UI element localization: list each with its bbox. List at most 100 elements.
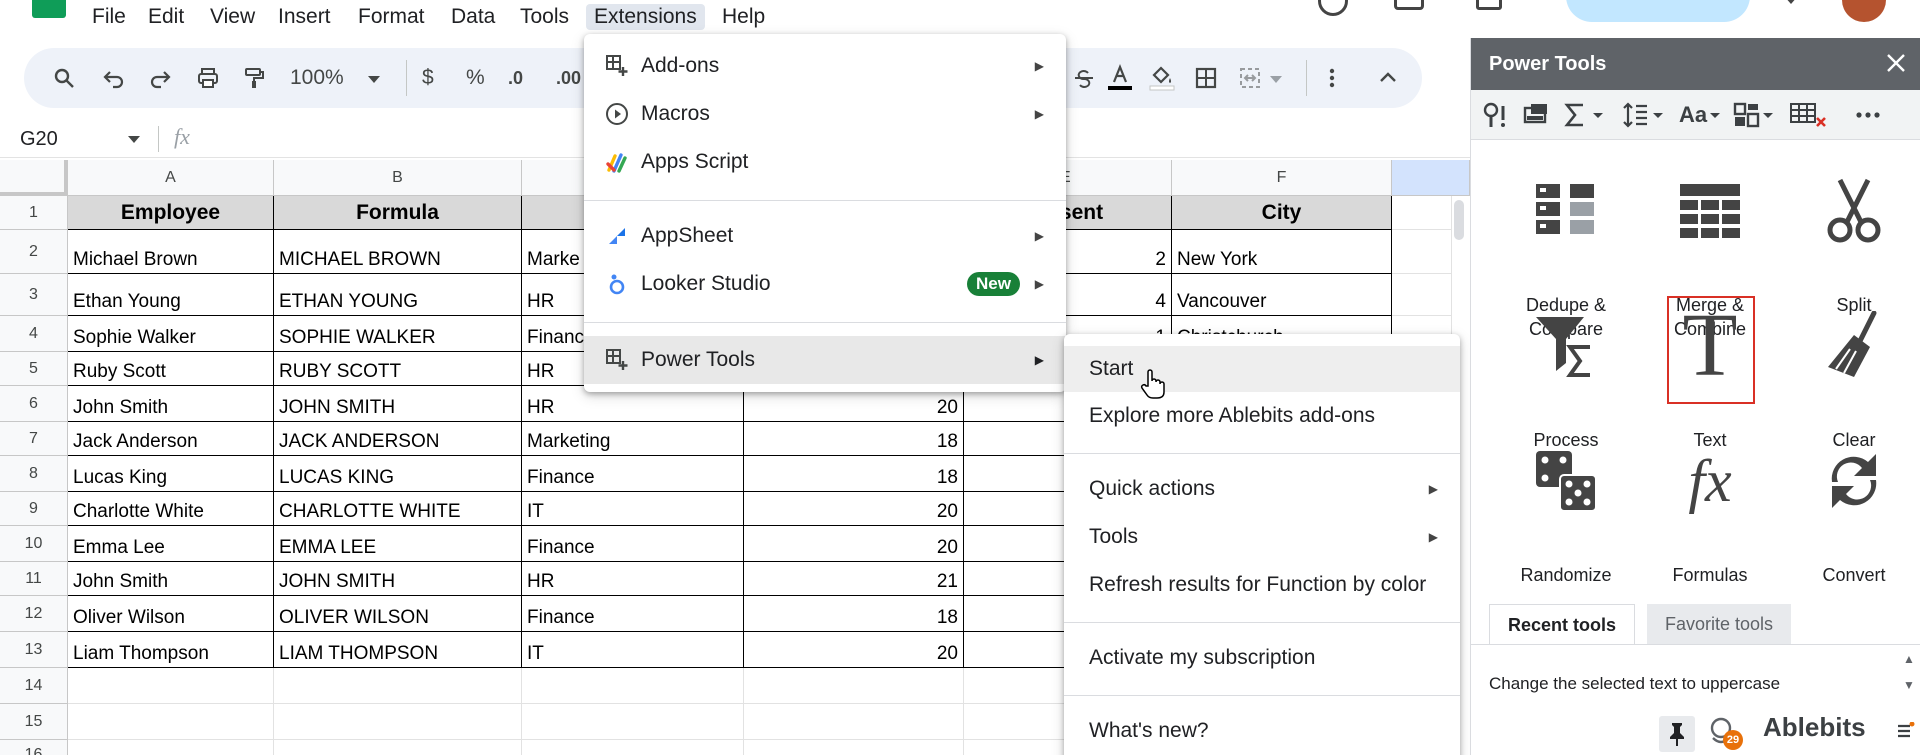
select-all-corner[interactable]	[0, 160, 68, 196]
column-header-b[interactable]: B	[274, 160, 522, 196]
table-cell[interactable]: 18	[744, 422, 964, 456]
table-cell[interactable]: 18	[744, 596, 964, 632]
row-header[interactable]: 5	[0, 352, 68, 386]
tool-dedupe-compare[interactable]: Dedupe & Compare	[1501, 173, 1631, 339]
tab-favorite-tools[interactable]: Favorite tools	[1647, 604, 1792, 644]
table-cell[interactable]: Sophie Walker	[68, 316, 274, 352]
table-cell[interactable]: MICHAEL BROWN	[274, 230, 522, 274]
zoom-select[interactable]: 100%	[290, 60, 344, 96]
tool-split[interactable]: Split	[1789, 173, 1919, 315]
table-cell[interactable]: Marketing	[522, 422, 744, 456]
table-cell[interactable]: Liam Thompson	[68, 632, 274, 668]
table-cell[interactable]: Lucas King	[68, 456, 274, 492]
help-support-icon[interactable]: 29	[1709, 716, 1743, 750]
name-box[interactable]: G20	[20, 126, 58, 152]
header-cell[interactable]: City	[1172, 196, 1392, 230]
row-header[interactable]: 6	[0, 386, 68, 422]
table-cell[interactable]: Finance	[522, 596, 744, 632]
table-cell[interactable]: LIAM THOMPSON	[274, 632, 522, 668]
increase-decimal-button[interactable]: .00	[556, 60, 581, 96]
close-icon[interactable]	[1885, 52, 1907, 74]
table-cell[interactable]	[68, 740, 274, 755]
redo-icon[interactable]	[142, 60, 178, 96]
column-header-a[interactable]: A	[68, 160, 274, 196]
column-header-f[interactable]: F	[1172, 160, 1392, 196]
tool-randomize[interactable]: Randomize	[1501, 443, 1631, 585]
history-icon[interactable]	[1318, 0, 1348, 16]
meet-icon[interactable]	[1476, 0, 1502, 10]
sum-icon[interactable]	[1563, 102, 1607, 128]
scrollbar-thumb[interactable]	[1454, 200, 1464, 240]
search-menus-icon[interactable]	[46, 60, 82, 96]
menu-item-looker-studio[interactable]: Looker Studio New ▶	[584, 261, 1066, 307]
change-case-icon[interactable]: Aa	[1679, 102, 1723, 128]
submenu-item-refresh-results[interactable]: Refresh results for Function by color	[1064, 562, 1460, 608]
strikethrough-icon[interactable]	[1066, 60, 1102, 96]
grid-layout-icon[interactable]	[1733, 102, 1777, 128]
tool-process[interactable]: Process	[1501, 308, 1631, 450]
borders-icon[interactable]	[1188, 60, 1224, 96]
table-cell[interactable]: IT	[522, 632, 744, 668]
text-color-icon[interactable]	[1102, 60, 1138, 96]
column-header-g[interactable]	[1392, 160, 1470, 196]
table-cell[interactable]: Michael Brown	[68, 230, 274, 274]
fill-color-icon[interactable]	[1144, 60, 1180, 96]
avatar[interactable]	[1842, 0, 1886, 22]
table-cell[interactable]: IT	[522, 492, 744, 526]
merge-cells-icon[interactable]	[1232, 60, 1268, 96]
table-cell[interactable]	[1392, 230, 1452, 274]
header-cell[interactable]: Employee	[68, 196, 274, 230]
table-cell[interactable]: New York	[1172, 230, 1392, 274]
table-cell[interactable]: EMMA LEE	[274, 526, 522, 562]
table-cell[interactable]: JACK ANDERSON	[274, 422, 522, 456]
chevron-down-icon[interactable]	[1784, 0, 1798, 4]
share-button[interactable]	[1566, 0, 1750, 22]
table-cell[interactable]: 21	[744, 562, 964, 596]
table-cell[interactable]: 20	[744, 632, 964, 668]
menu-item-appsheet[interactable]: AppSheet ▶	[584, 213, 1066, 259]
table-cell[interactable]	[68, 704, 274, 740]
name-box-dropdown-icon[interactable]	[128, 136, 140, 143]
print-icon[interactable]	[190, 60, 226, 96]
menu-extensions[interactable]: Extensions	[586, 4, 705, 30]
table-cell[interactable]: HR	[522, 562, 744, 596]
table-cell[interactable]	[1392, 274, 1452, 316]
row-header[interactable]: 14	[0, 668, 68, 704]
submenu-item-quick-actions[interactable]: Quick actions ▶	[1064, 466, 1460, 512]
line-spacing-icon[interactable]	[1623, 102, 1667, 128]
undo-icon[interactable]	[96, 60, 132, 96]
percent-format-button[interactable]: %	[466, 60, 485, 96]
row-header[interactable]: 3	[0, 274, 68, 316]
comments-icon[interactable]	[1394, 0, 1424, 10]
table-cell[interactable]	[274, 740, 522, 755]
paint-format-icon[interactable]	[236, 60, 272, 96]
table-cell[interactable]: Vancouver	[1172, 274, 1392, 316]
table-cell[interactable]: 20	[744, 526, 964, 562]
table-cell[interactable]: LUCAS KING	[274, 456, 522, 492]
hide-menus-icon[interactable]	[1370, 60, 1406, 96]
table-cell[interactable]	[274, 668, 522, 704]
table-cell[interactable]	[744, 740, 964, 755]
table-cell[interactable]: Emma Lee	[68, 526, 274, 562]
tool-formulas[interactable]: fx Formulas	[1645, 443, 1775, 586]
table-cell[interactable]: RUBY SCOTT	[274, 352, 522, 386]
table-cell[interactable]: John Smith	[68, 562, 274, 596]
row-header[interactable]: 13	[0, 632, 68, 668]
row-header[interactable]: 2	[0, 230, 68, 274]
row-header[interactable]: 10	[0, 526, 68, 562]
menu-item-macros[interactable]: Macros ▶	[584, 91, 1066, 137]
menu-help[interactable]: Help	[714, 4, 773, 30]
table-cell[interactable]	[744, 668, 964, 704]
menu-item-power-tools[interactable]: Power Tools ▶	[584, 336, 1066, 384]
zoom-dropdown-icon[interactable]	[368, 76, 380, 83]
menu-item-apps-script[interactable]: Apps Script	[584, 139, 1066, 185]
menu-lines-icon[interactable]	[1897, 722, 1915, 740]
table-cell[interactable]	[522, 704, 744, 740]
table-cell[interactable]	[274, 704, 522, 740]
table-cell[interactable]: ETHAN YOUNG	[274, 274, 522, 316]
row-header[interactable]: 15	[0, 704, 68, 740]
table-cell[interactable]: CHARLOTTE WHITE	[274, 492, 522, 526]
menu-edit[interactable]: Edit	[140, 4, 192, 30]
row-header[interactable]: 7	[0, 422, 68, 456]
menu-format[interactable]: Format	[350, 4, 433, 30]
